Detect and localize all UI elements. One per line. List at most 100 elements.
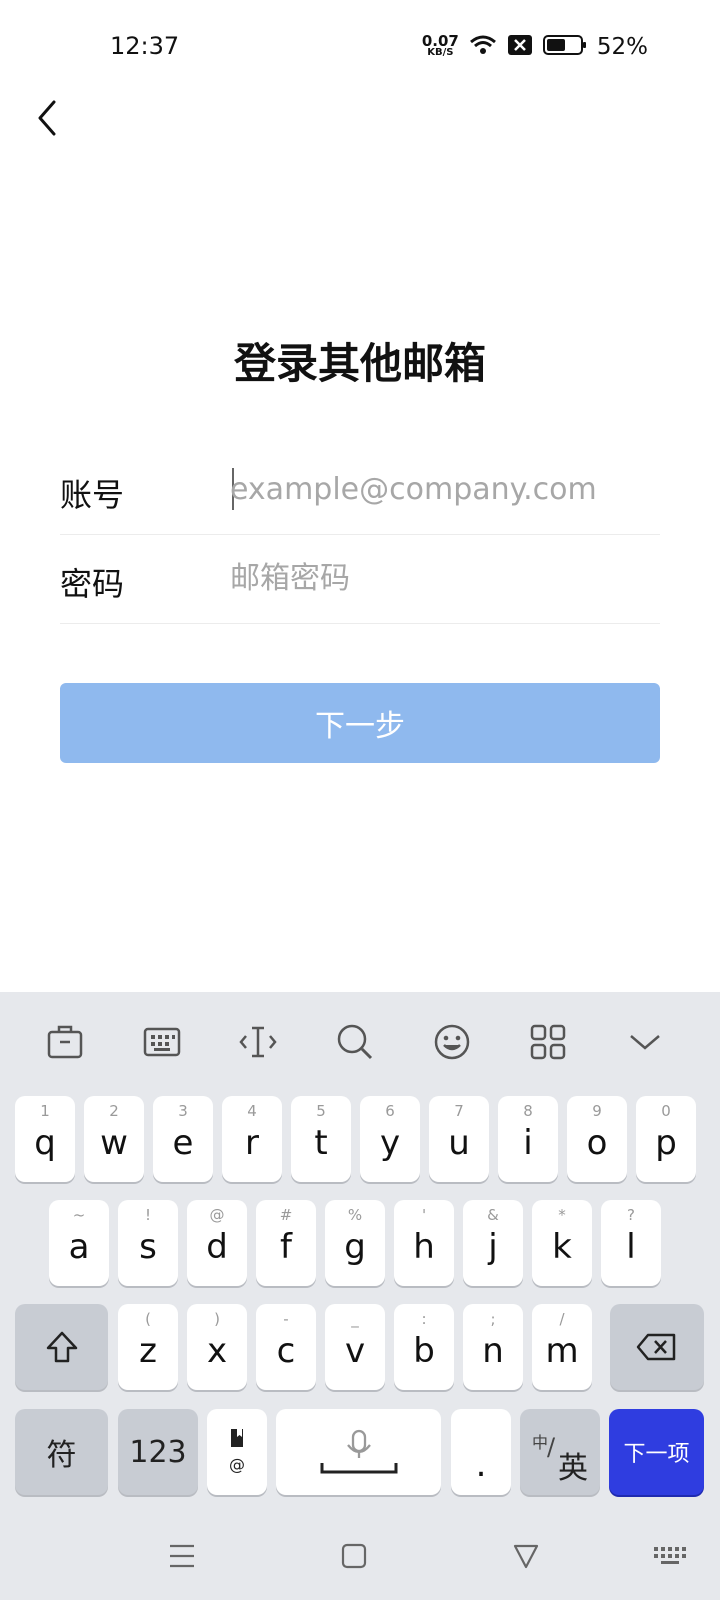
lang-slash-label: /: [547, 1433, 556, 1461]
key-r[interactable]: 4r: [222, 1096, 282, 1182]
key-hint: :: [421, 1310, 427, 1328]
key-label: s: [139, 1227, 157, 1267]
email-at-key[interactable]: @: [207, 1409, 267, 1495]
password-input[interactable]: [230, 553, 650, 603]
symbols-key[interactable]: 符: [15, 1409, 108, 1495]
key-s[interactable]: ! s: [118, 1200, 178, 1286]
emoji-icon[interactable]: [432, 1022, 472, 1062]
key-hint: 8: [523, 1102, 533, 1120]
key-label: o: [586, 1123, 608, 1163]
account-input[interactable]: [230, 464, 650, 514]
key-hint: _: [351, 1310, 359, 1328]
key-hint: 9: [592, 1102, 602, 1120]
key-hint: ~: [72, 1206, 86, 1224]
key-e[interactable]: 3e: [153, 1096, 213, 1182]
key-v[interactable]: _ v: [325, 1304, 385, 1390]
key-label: e: [172, 1123, 194, 1163]
key-q[interactable]: 1q: [15, 1096, 75, 1182]
key-u[interactable]: 7u: [429, 1096, 489, 1182]
key-hint: 2: [109, 1102, 119, 1120]
back-button[interactable]: [30, 96, 70, 140]
key-j[interactable]: & j: [463, 1200, 523, 1286]
wifi-icon: [469, 34, 497, 60]
password-row: 密码: [60, 535, 660, 624]
net-speed-value: 0.07: [421, 32, 459, 50]
key-x[interactable]: ) x: [187, 1304, 247, 1390]
key-k[interactable]: * k: [532, 1200, 592, 1286]
keyboard-icon[interactable]: [142, 1022, 182, 1062]
numbers-key[interactable]: 123: [118, 1409, 198, 1495]
status-time: 12:37: [110, 32, 180, 60]
account-label: 账号: [60, 476, 125, 514]
key-h[interactable]: ' h: [394, 1200, 454, 1286]
space-key[interactable]: [276, 1409, 441, 1495]
key-label: v: [344, 1331, 366, 1371]
space-mic-icon: [320, 1429, 397, 1474]
book-icon: [231, 1428, 243, 1447]
key-label: a: [68, 1227, 90, 1267]
key-c[interactable]: -c: [256, 1304, 316, 1390]
symbols-key-label: 符: [46, 1438, 77, 1473]
enter-key-label: 下一项: [623, 1442, 690, 1467]
lang-small-label: 中: [532, 1433, 549, 1452]
back-icon[interactable]: [506, 1536, 546, 1576]
clipboard-icon[interactable]: [45, 1022, 85, 1062]
shift-key[interactable]: [15, 1304, 108, 1390]
key-label: r: [245, 1123, 259, 1163]
key-label: w: [100, 1123, 128, 1163]
next-step-button[interactable]: 下一步: [60, 683, 660, 763]
key-hint: ;: [490, 1310, 496, 1328]
net-speed: 0.07 KB/S: [421, 32, 459, 59]
key-w[interactable]: 2w: [84, 1096, 144, 1182]
menu-icon[interactable]: [162, 1536, 202, 1576]
home-icon[interactable]: [334, 1536, 374, 1576]
key-a[interactable]: ~ a: [49, 1200, 109, 1286]
key-hint: %: [347, 1206, 363, 1224]
login-form: 账号 密码: [60, 446, 660, 624]
key-hint: 6: [385, 1102, 395, 1120]
key-b[interactable]: :b: [394, 1304, 454, 1390]
net-speed-unit: KB/S: [427, 47, 454, 58]
key-g[interactable]: % g: [325, 1200, 385, 1286]
apps-grid-icon[interactable]: [528, 1022, 568, 1062]
key-label: l: [626, 1227, 636, 1267]
backspace-key[interactable]: [610, 1304, 704, 1390]
key-t[interactable]: 5t: [291, 1096, 351, 1182]
key-hint: 7: [454, 1102, 464, 1120]
key-label: n: [482, 1331, 504, 1371]
period-key[interactable]: .: [451, 1409, 511, 1495]
key-label: x: [206, 1331, 228, 1371]
account-row: 账号: [60, 446, 660, 535]
key-m[interactable]: / m: [532, 1304, 592, 1390]
search-icon[interactable]: [335, 1022, 375, 1062]
key-hint: *: [558, 1206, 566, 1224]
keyboard-toolbar: [0, 992, 720, 1092]
lang-big-label: 英: [558, 1451, 588, 1486]
key-label: g: [344, 1227, 366, 1267]
password-label: 密码: [60, 565, 125, 603]
key-o[interactable]: 9o: [567, 1096, 627, 1182]
key-i[interactable]: 8i: [498, 1096, 558, 1182]
language-switch-key[interactable]: 中 / 英: [520, 1409, 600, 1495]
key-n[interactable]: ; n: [463, 1304, 523, 1390]
key-label: z: [139, 1331, 157, 1371]
key-hint: &: [487, 1206, 499, 1224]
key-hint: @: [209, 1206, 225, 1224]
cursor-icon[interactable]: [238, 1022, 278, 1062]
key-p[interactable]: 0p: [636, 1096, 696, 1182]
key-hint: ': [421, 1206, 427, 1224]
numbers-key-label: 123: [129, 1434, 187, 1470]
key-label: k: [552, 1227, 572, 1267]
back-arrow-icon: [38, 100, 56, 136]
key-hint: !: [144, 1206, 151, 1224]
key-f[interactable]: # f: [256, 1200, 316, 1286]
chevron-down-icon[interactable]: [625, 1022, 665, 1062]
period-key-label: .: [475, 1445, 487, 1485]
key-y[interactable]: 6y: [360, 1096, 420, 1182]
key-d[interactable]: @ d: [187, 1200, 247, 1286]
key-l[interactable]: ? l: [601, 1200, 661, 1286]
key-label: m: [545, 1331, 579, 1371]
key-z[interactable]: (z: [118, 1304, 178, 1390]
keyboard-switch-icon[interactable]: [650, 1536, 690, 1576]
enter-next-key[interactable]: 下一项: [609, 1409, 704, 1495]
